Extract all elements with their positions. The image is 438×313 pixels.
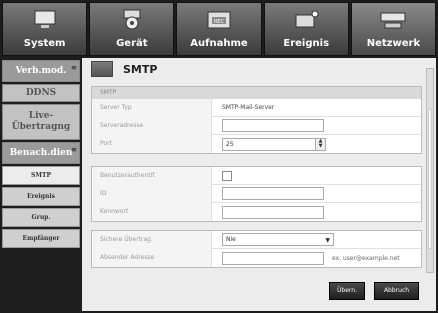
secure-section: Sichere Übertrag. Nie ▼ Absender Adresse … — [91, 230, 422, 268]
server-address-input[interactable] — [222, 119, 324, 132]
sidebar-subitem-group[interactable]: Grup. — [2, 208, 80, 227]
port-stepper[interactable]: 25 ▲ ▼ — [222, 137, 326, 151]
id-row: ID — [92, 184, 421, 203]
expand-icon: ≡ — [71, 145, 77, 154]
page-title: SMTP — [123, 62, 158, 76]
sidebar: Verb.mod. ≡ DDNS Live- Übertragng Benach… — [2, 60, 82, 311]
sender-address-input[interactable] — [222, 251, 324, 265]
sender-row: Absender Adresse ex. user@example.net — [92, 249, 421, 267]
auth-checkbox[interactable] — [222, 170, 232, 181]
nav-recording[interactable]: REC Aufnahme — [176, 2, 262, 56]
scrollbar-thumb[interactable] — [428, 109, 432, 249]
secure-row: Sichere Übertrag. Nie ▼ — [92, 230, 421, 249]
password-row: Kennwort — [92, 203, 421, 221]
stepper-arrows-icon[interactable]: ▲ ▼ — [315, 138, 325, 150]
password-input[interactable] — [222, 205, 324, 219]
id-input[interactable] — [222, 187, 324, 200]
server-type-row: Server Typ SMTP-Mail-Server — [92, 98, 421, 117]
nav-event[interactable]: Ereignis — [263, 2, 349, 56]
monitor-icon — [34, 10, 56, 28]
network-icon — [380, 12, 406, 29]
network-icon — [91, 61, 113, 77]
server-address-row: Serveradresse — [92, 116, 421, 135]
cancel-button[interactable]: Abbruch — [374, 282, 419, 300]
top-menu: System Gerät REC Aufnahme Ereignis Netzw… — [2, 2, 437, 58]
sender-hint: ex. user@example.net — [332, 254, 400, 262]
chevron-down-icon: ▼ — [325, 237, 330, 244]
sidebar-item-notification[interactable]: Benach.dien ≡ — [2, 142, 80, 164]
sidebar-item-connection-mode[interactable]: Verb.mod. ≡ — [2, 60, 80, 82]
nav-network[interactable]: Netzwerk — [350, 2, 437, 56]
sidebar-subitem-event[interactable]: Ereignis — [2, 187, 80, 206]
secure-transfer-select[interactable]: Nie ▼ — [222, 233, 334, 246]
page-header: SMTP — [91, 58, 157, 80]
scrollbar[interactable] — [426, 68, 434, 273]
nav-device[interactable]: Gerät — [89, 2, 175, 56]
dvr-window: System Gerät REC Aufnahme Ereignis Netzw… — [0, 0, 438, 313]
rec-icon: REC — [207, 11, 231, 29]
sidebar-item-live-streaming[interactable]: Live- Übertragng — [2, 104, 80, 140]
port-row: Port 25 ▲ ▼ — [92, 135, 421, 153]
apply-button[interactable]: Übern. — [329, 282, 365, 300]
sidebar-subitem-recipient[interactable]: Empfänger — [2, 229, 80, 248]
svg-text:REC: REC — [214, 19, 225, 25]
section-header: SMTP — [92, 87, 421, 99]
smtp-server-section: SMTP Server Typ SMTP-Mail-Server Servera… — [91, 86, 422, 154]
content-panel: SMTP SMTP Server Typ SMTP-Mail-Server Se… — [82, 58, 436, 311]
alarm-icon — [295, 10, 319, 28]
expand-icon: ≡ — [71, 63, 77, 72]
sidebar-item-ddns[interactable]: DDNS — [2, 84, 80, 102]
authentication-section: Benutzerauthentif. ID Kennwort — [91, 166, 422, 222]
auth-row: Benutzerauthentif. — [92, 166, 421, 185]
camera-icon — [123, 9, 141, 30]
sidebar-subitem-smtp[interactable]: SMTP — [2, 166, 80, 185]
nav-system[interactable]: System — [2, 2, 88, 56]
